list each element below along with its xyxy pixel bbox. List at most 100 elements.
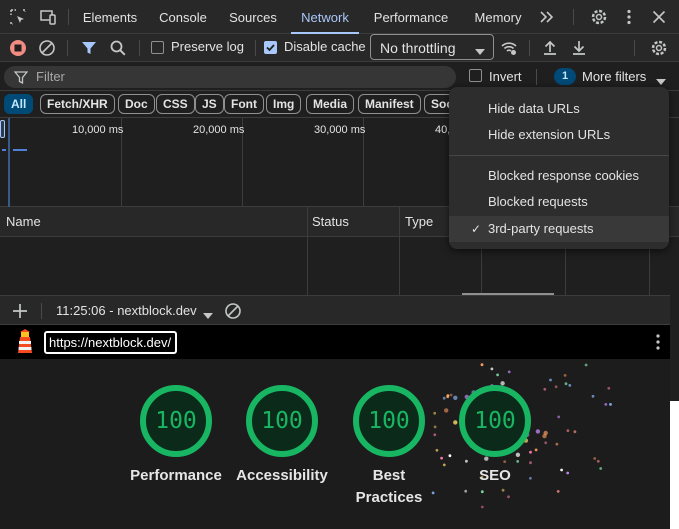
chip-img[interactable]: Img	[266, 94, 302, 114]
clear-icon[interactable]	[37, 38, 57, 58]
lighthouse-logo-icon	[14, 329, 36, 358]
confetti-particle	[535, 429, 541, 434]
confetti-particle	[560, 468, 563, 472]
confetti-particle	[584, 363, 588, 367]
close-icon[interactable]	[649, 7, 669, 27]
confetti-particle	[556, 490, 560, 493]
tab-memory[interactable]: Memory	[467, 0, 529, 34]
confetti-particle	[501, 488, 505, 492]
throttling-select[interactable]: No throttling	[370, 34, 494, 60]
chevron-down-icon	[475, 44, 485, 59]
score-gauge-seo[interactable]: 100	[455, 381, 535, 461]
overview-tick-label: 10,000 ms	[72, 124, 124, 136]
search-icon[interactable]	[108, 38, 128, 58]
network-settings-gear-icon[interactable]	[649, 38, 669, 58]
chip-fetch-xhr[interactable]: Fetch/XHR	[40, 94, 115, 114]
disable-cache-checkbox[interactable]	[264, 41, 277, 54]
overview-range-handle[interactable]	[0, 120, 5, 138]
export-har-icon[interactable]	[569, 38, 589, 58]
import-har-icon[interactable]	[540, 38, 560, 58]
lighthouse-report: 100 Performance 100 Accessibility 100 Be…	[0, 359, 670, 529]
chip-all[interactable]: All	[4, 94, 34, 114]
chip-media[interactable]: Media	[306, 94, 355, 114]
confetti-particle	[433, 411, 437, 415]
confetti-particle	[596, 459, 600, 463]
device-toolbar-icon[interactable]	[38, 7, 58, 27]
divider	[529, 40, 530, 56]
menu-item-hide-extension-urls[interactable]: Hide extension URLs	[449, 122, 669, 148]
chip-css[interactable]: CSS	[156, 94, 195, 114]
column-divider	[307, 207, 308, 295]
settings-gear-icon[interactable]	[589, 7, 609, 27]
network-conditions-icon[interactable]	[499, 38, 519, 58]
confetti-particle	[599, 467, 603, 470]
score-gauge-performance[interactable]: 100	[136, 381, 216, 461]
chip-font[interactable]: Font	[224, 94, 264, 114]
confetti-particle	[566, 429, 570, 432]
throttling-value: No throttling	[380, 40, 456, 56]
column-header-status[interactable]: Status	[312, 214, 349, 229]
divider	[68, 9, 69, 25]
tab-bar: Elements Console Sources Network Perform…	[0, 0, 679, 34]
menu-item-blocked-requests[interactable]: Blocked requests	[449, 189, 669, 215]
inspect-element-icon[interactable]	[8, 7, 28, 27]
confetti-particle	[568, 384, 572, 387]
score-value: 100	[474, 408, 516, 434]
menu-item-3rd-party-requests[interactable]: ✓ 3rd-party requests	[449, 216, 669, 242]
preserve-log-label: Preserve log	[171, 39, 244, 54]
record-stop-icon[interactable]	[8, 38, 28, 58]
filter-input[interactable]: Filter	[4, 66, 456, 88]
chip-doc[interactable]: Doc	[118, 94, 155, 114]
preserve-log-checkbox[interactable]	[151, 41, 164, 54]
chip-manifest[interactable]: Manifest	[358, 94, 421, 114]
filter-placeholder: Filter	[36, 69, 65, 84]
kebab-menu-icon[interactable]	[619, 7, 639, 27]
score-gauge-best-practices[interactable]: 100	[349, 381, 429, 461]
column-divider	[399, 207, 400, 295]
confetti-particle	[563, 374, 567, 377]
confetti-particle	[440, 456, 443, 460]
menu-item-label: 3rd-party requests	[488, 221, 594, 236]
confetti-particle	[573, 430, 577, 434]
score-gauge-accessibility[interactable]: 100	[242, 381, 322, 461]
confetti-particle	[534, 448, 538, 452]
tab-sources[interactable]: Sources	[222, 0, 284, 34]
tab-console[interactable]: Console	[152, 0, 214, 34]
menu-item-blocked-response-cookies[interactable]: Blocked response cookies	[449, 163, 669, 189]
more-filters-count-badge: 1	[554, 68, 576, 85]
report-url-field[interactable]: https://nextblock.dev/	[44, 331, 177, 354]
menu-item-hide-data-urls[interactable]: Hide data URLs	[449, 96, 669, 122]
confetti-particle	[448, 454, 452, 458]
score-label: Best Practices	[355, 467, 423, 506]
column-header-name[interactable]: Name	[6, 214, 41, 229]
confetti-particle	[507, 370, 511, 374]
confetti-particle	[444, 408, 449, 413]
invert-label: Invert	[489, 69, 522, 84]
kebab-menu-icon[interactable]	[650, 333, 666, 354]
more-filters-button[interactable]: More filters	[582, 69, 646, 84]
invert-checkbox[interactable]	[469, 69, 482, 82]
confetti-particle	[543, 387, 547, 391]
report-select[interactable]: 11:25:06 - nextblock.dev	[56, 303, 197, 318]
tab-performance[interactable]: Performance	[367, 0, 455, 34]
confetti-particle	[529, 461, 532, 465]
confetti-particle	[435, 448, 439, 452]
confetti-particle	[609, 403, 612, 406]
divider	[634, 40, 635, 56]
overview-tick-label: 40,	[435, 124, 451, 136]
score-label: SEO	[479, 467, 511, 484]
overview-tick-label: 30,000 ms	[314, 124, 366, 136]
tab-network[interactable]: Network	[291, 0, 359, 34]
network-toolbar: Preserve log Disable cache	[0, 34, 679, 62]
clear-reports-icon[interactable]	[224, 302, 242, 323]
overview-tick-label: 20,000 ms	[193, 124, 245, 136]
divider	[41, 303, 42, 319]
confetti-particle	[593, 457, 597, 460]
overview-request-mark	[13, 149, 27, 151]
column-header-type[interactable]: Type	[405, 214, 433, 229]
chip-js[interactable]: JS	[195, 94, 224, 114]
tab-elements[interactable]: Elements	[76, 0, 144, 34]
more-tabs-icon[interactable]	[537, 7, 557, 27]
filter-funnel-icon[interactable]	[79, 38, 99, 58]
plus-icon[interactable]	[11, 302, 29, 323]
